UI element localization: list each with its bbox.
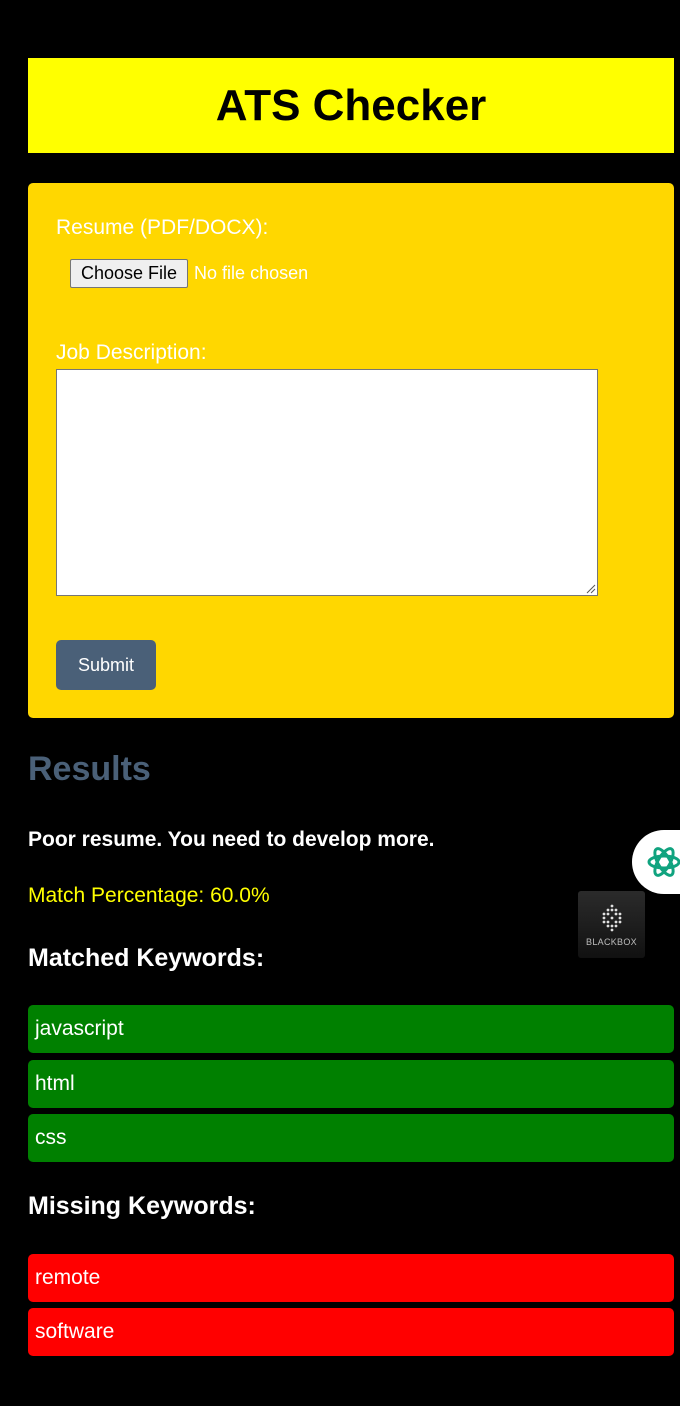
assistant-extension-button[interactable] [632,830,680,894]
file-status-text: No file chosen [194,263,309,283]
resume-verdict: Poor resume. You need to develop more. [28,828,435,851]
match-percentage: Match Percentage: 60.0% [28,884,270,907]
matched-keyword: javascript [28,1005,674,1053]
resume-file-input[interactable]: Choose File No file chosen [70,259,308,288]
job-description-label: Job Description: [56,341,207,364]
blackbox-label: BLACKBOX [586,936,637,947]
upload-form: Resume (PDF/DOCX): Choose File No file c… [28,183,674,718]
openai-knot-icon [647,847,680,877]
choose-file-button[interactable]: Choose File [70,259,189,288]
job-description-input[interactable] [56,369,598,596]
blackbox-logo-icon [602,904,621,931]
matched-keyword: css [28,1114,674,1162]
missing-keywords-heading: Missing Keywords: [28,1192,256,1220]
page: ATS Checker Resume (PDF/DOCX): Choose Fi… [0,0,680,1406]
results-heading: Results [28,750,151,788]
resume-label: Resume (PDF/DOCX): [56,216,269,239]
submit-button[interactable]: Submit [56,640,156,690]
matched-keyword: html [28,1060,674,1108]
app-header: ATS Checker [28,58,674,153]
missing-keyword: remote [28,1254,674,1302]
page-title: ATS Checker [215,80,487,130]
matched-keywords-heading: Matched Keywords: [28,944,265,972]
missing-keyword: software [28,1308,674,1356]
blackbox-widget[interactable]: BLACKBOX [578,891,645,958]
